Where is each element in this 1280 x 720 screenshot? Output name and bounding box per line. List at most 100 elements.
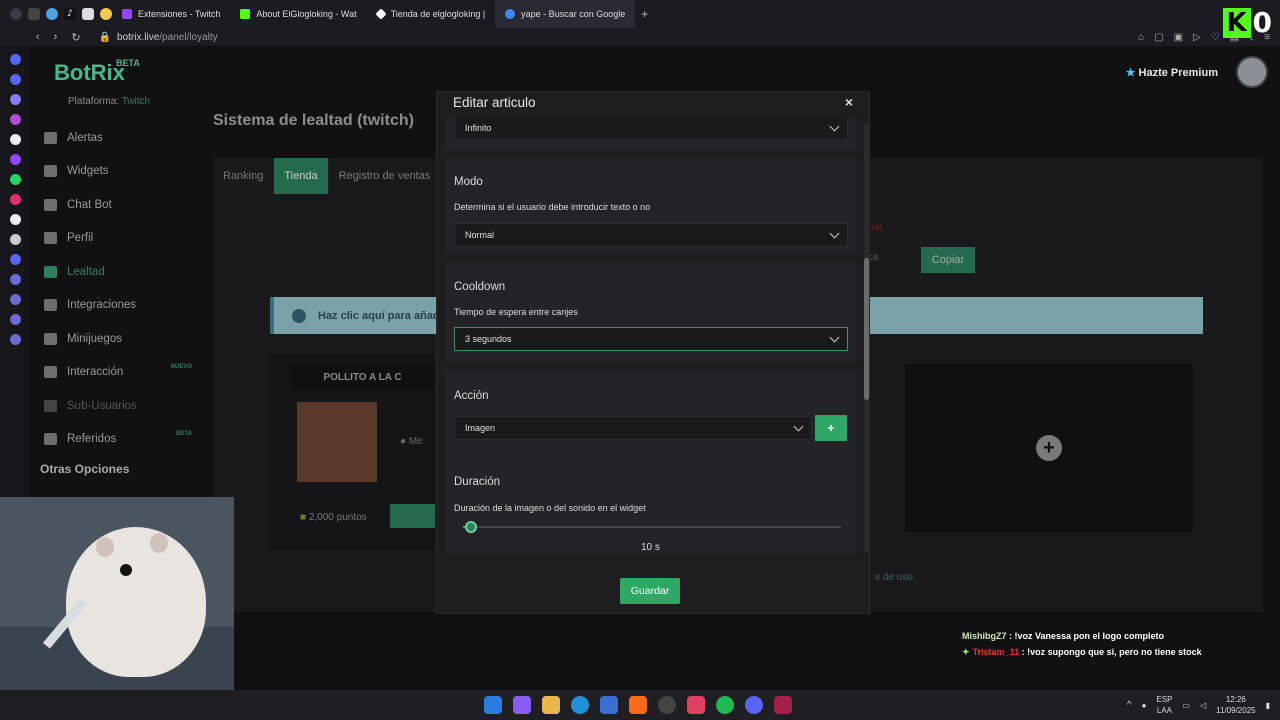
- terms-link[interactable]: s de uso.: [875, 572, 916, 583]
- heart-icon[interactable]: ♡: [1211, 32, 1220, 43]
- screenshot-icon[interactable]: ▢: [1154, 32, 1163, 43]
- save-button[interactable]: Guardar: [620, 578, 680, 604]
- rail-app-icon[interactable]: [9, 114, 21, 125]
- reload-icon[interactable]: ↻: [71, 31, 80, 44]
- tab-store[interactable]: Tienda de elglogloking |: [367, 0, 496, 28]
- sidebar-item-interaccion[interactable]: Interacción NUEVO: [30, 356, 210, 390]
- edge-icon[interactable]: [571, 696, 589, 714]
- rail-app-icon[interactable]: [9, 94, 21, 105]
- rail-twitch-icon[interactable]: [9, 154, 21, 165]
- url-host: botrix.live: [117, 31, 160, 43]
- extension-icon[interactable]: ▣: [1174, 32, 1183, 43]
- slider-handle[interactable]: [465, 521, 477, 533]
- sidebar-item-referidos[interactable]: Referidos BETA: [30, 423, 210, 457]
- tab-google[interactable]: yape - Buscar con Google: [495, 0, 636, 28]
- spotify-icon[interactable]: [716, 696, 734, 714]
- app-red-icon[interactable]: [687, 696, 705, 714]
- tab-registro-ventas[interactable]: Registro de ventas: [329, 158, 442, 194]
- clock[interactable]: 12:26 11/09/2025: [1216, 694, 1255, 716]
- volume-icon[interactable]: ◁: [1200, 701, 1206, 710]
- sidebar-item-integraciones[interactable]: Integraciones: [30, 289, 210, 323]
- sidebar-item-label: Lealtad: [67, 265, 105, 278]
- modo-select[interactable]: Normal: [454, 223, 848, 247]
- sidebar-item-alertas[interactable]: Alertas: [30, 121, 210, 155]
- tab-ranking[interactable]: Ranking: [213, 158, 275, 194]
- chevron-up-icon[interactable]: ^: [1127, 700, 1132, 711]
- rail-history-icon[interactable]: [9, 274, 21, 285]
- sidebar-item-widgets[interactable]: Widgets: [30, 155, 210, 189]
- brand-logo[interactable]: BotRix BETA: [54, 58, 140, 86]
- rail-settings-icon[interactable]: [9, 334, 21, 345]
- windows-start-icon[interactable]: [484, 696, 502, 714]
- tab-twitch[interactable]: Extensiones - Twitch: [112, 0, 230, 28]
- browser-logo-icon[interactable]: [10, 8, 22, 20]
- store-icon[interactable]: [600, 696, 618, 714]
- sidebar-item-minijuegos[interactable]: Minijuegos: [30, 322, 210, 356]
- settings-icon[interactable]: [658, 696, 676, 714]
- sidebar-item-lealtad[interactable]: Lealtad: [30, 255, 210, 289]
- pinned-tab-icon[interactable]: [46, 8, 58, 20]
- notifications-icon[interactable]: ▮: [1266, 701, 1270, 710]
- item-message: ● Me: [400, 436, 423, 447]
- sidebar-item-subusuarios[interactable]: Sub-Usuarios: [30, 389, 210, 423]
- rail-discord-icon[interactable]: [9, 254, 21, 265]
- mic-icon[interactable]: ●: [1142, 701, 1147, 710]
- new-tab-button[interactable]: +: [635, 7, 654, 21]
- rail-clock-icon[interactable]: [9, 294, 21, 305]
- rail-app-icon[interactable]: [9, 74, 21, 85]
- accion-select[interactable]: Imagen: [454, 416, 812, 440]
- back-icon[interactable]: ‹: [36, 31, 40, 44]
- add-item-card[interactable]: +: [905, 364, 1193, 532]
- sidebar-item-label: Minijuegos: [67, 332, 122, 345]
- section-stock: Infinito: [445, 118, 857, 151]
- duration-slider[interactable]: [463, 521, 841, 533]
- chat-username: Tristam_11: [972, 647, 1020, 657]
- rail-x-icon[interactable]: [9, 234, 21, 245]
- copilot-icon[interactable]: [513, 696, 531, 714]
- close-icon[interactable]: ×: [845, 94, 853, 110]
- rail-app-icon[interactable]: [9, 54, 21, 65]
- add-action-button[interactable]: +: [815, 415, 847, 441]
- copy-button[interactable]: Copiar: [921, 247, 975, 273]
- stock-select[interactable]: Infinito: [454, 118, 848, 140]
- pinned-diamond-icon[interactable]: [82, 8, 94, 20]
- sidebar-item-chatbot[interactable]: Chat Bot: [30, 188, 210, 222]
- sidebar-item-label: Chat Bot: [67, 198, 112, 211]
- tab-tienda[interactable]: Tienda: [274, 158, 329, 194]
- tab-groups-icon[interactable]: [28, 8, 40, 20]
- avatar[interactable]: [1236, 56, 1268, 88]
- rail-instagram-icon[interactable]: [9, 194, 21, 205]
- play-icon[interactable]: ▷: [1193, 32, 1201, 43]
- premium-button[interactable]: ★ Hazte Premium: [1126, 66, 1218, 79]
- discord-icon[interactable]: [745, 696, 763, 714]
- tiktok-tab-icon[interactable]: ♪: [64, 8, 76, 20]
- scrollbar-thumb[interactable]: [864, 258, 869, 400]
- chat-message: ✦ Tristam_11 : !voz supongo que si, pero …: [962, 647, 1202, 658]
- rail-whatsapp-icon[interactable]: [9, 174, 21, 185]
- clock-date: 11/09/2025: [1216, 706, 1256, 715]
- rail-tiktok-icon[interactable]: [9, 214, 21, 225]
- cogs-icon: [44, 299, 57, 312]
- modal-scrollbar[interactable]: [864, 124, 869, 552]
- bookmark-icon[interactable]: ⌂: [1138, 32, 1144, 43]
- tab-kick[interactable]: About ElGlogloking - Wat: [230, 0, 366, 28]
- network-icon[interactable]: ▭: [1182, 701, 1190, 710]
- cooldown-select[interactable]: 3 segundos: [454, 327, 848, 351]
- chat-message: MishibgZ7 : !voz Vanessa pon el logo com…: [962, 631, 1202, 641]
- pinned-yellow-icon[interactable]: [100, 8, 112, 20]
- forward-icon[interactable]: ›: [54, 31, 58, 44]
- sidebar-item-perfil[interactable]: Perfil: [30, 222, 210, 256]
- url-field[interactable]: 🔒 botrix.live/panel/loyalty: [99, 32, 218, 43]
- rail-extensions-icon[interactable]: [9, 314, 21, 325]
- alert-icon: [44, 131, 57, 144]
- item-edit-button[interactable]: [390, 504, 435, 528]
- item-points: ■ 2,000 puntos: [300, 512, 367, 523]
- language-indicator[interactable]: ESP LAA: [1156, 694, 1172, 716]
- app-orange-icon[interactable]: [629, 696, 647, 714]
- rail-arc-icon[interactable]: [9, 134, 21, 145]
- chat-text: : !voz supongo que si, pero no tiene sto…: [1019, 647, 1202, 657]
- file-explorer-icon[interactable]: [542, 696, 560, 714]
- stream-overlay-counter: K 0: [1222, 6, 1272, 39]
- opera-icon[interactable]: [774, 696, 792, 714]
- sidebar-item-label: Alertas: [67, 131, 103, 144]
